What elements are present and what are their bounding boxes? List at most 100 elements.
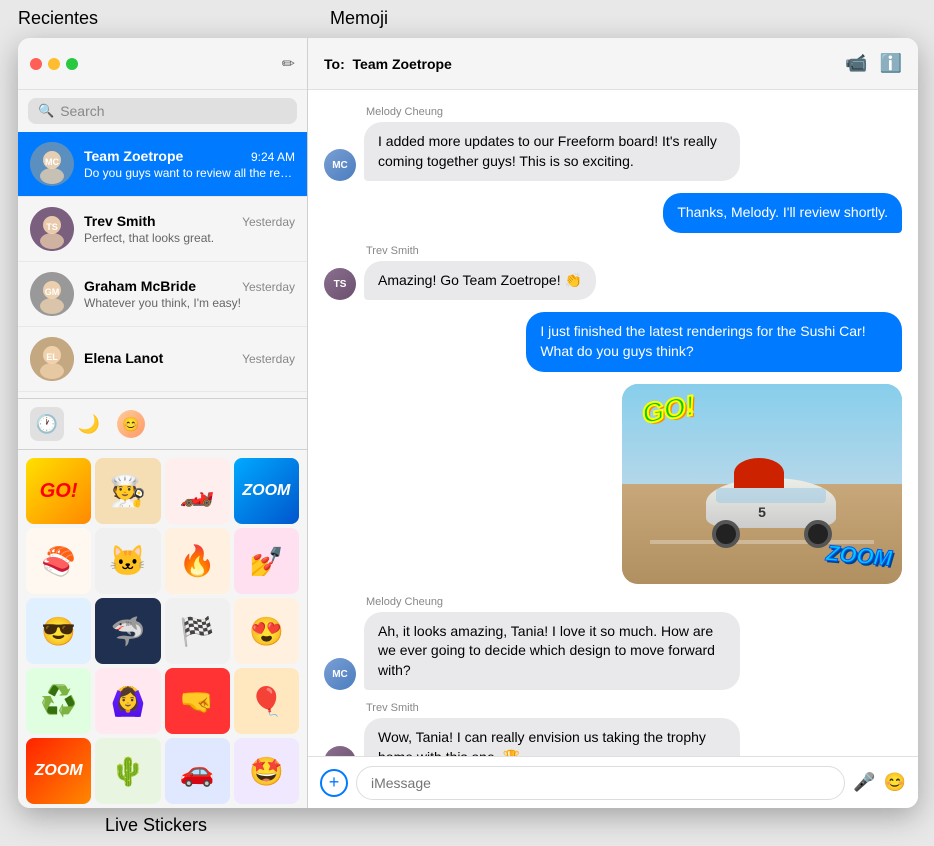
label-memoji: Memoji <box>330 8 388 29</box>
sticker-item[interactable]: 🏁 <box>165 598 230 664</box>
conversation-info: Elena Lanot Yesterday <box>84 350 295 368</box>
avatar: TS <box>324 268 356 300</box>
audio-icon[interactable]: 🎤 <box>853 772 875 793</box>
message-group: Trev Smith TS Amazing! Go Team Zoetrope!… <box>324 245 902 301</box>
left-panel: ✏ 🔍 Search MC Team Zoetrope9:24 AMDo you… <box>18 38 308 808</box>
traffic-lights <box>30 58 78 70</box>
sticker-item[interactable]: ♻️ <box>26 668 91 734</box>
conversation-time: Yesterday <box>242 215 295 229</box>
sender-name: Trev Smith <box>366 702 902 714</box>
conversation-info: Trev SmithYesterdayPerfect, that looks g… <box>84 213 295 245</box>
avatar: GM <box>30 272 74 316</box>
message-group-image: 5 GO! ZOOM <box>324 384 902 584</box>
avatar: EL <box>30 337 74 381</box>
message-group: Thanks, Melody. I'll review shortly. <box>324 193 902 233</box>
info-icon[interactable]: ℹ️ <box>880 53 902 74</box>
message-bubble: I added more updates to our Freeform boa… <box>364 122 740 181</box>
message-input[interactable] <box>356 766 845 800</box>
close-button[interactable] <box>30 58 42 70</box>
message-bubble: Ah, it looks amazing, Tania! I love it s… <box>364 612 740 691</box>
conversation-time: Yesterday <box>242 352 295 366</box>
message-group: Trev Smith TS Wow, Tania! I can really e… <box>324 702 902 756</box>
sticker-item[interactable]: 💅 <box>234 528 299 594</box>
conversation-time: Yesterday <box>242 280 295 294</box>
avatar: MC <box>30 142 74 186</box>
conversation-name: Team Zoetrope <box>84 148 183 164</box>
emoji-icon[interactable]: 😊 <box>884 772 906 793</box>
compose-button[interactable]: ✏ <box>282 54 295 74</box>
message-row: 5 GO! ZOOM <box>324 384 902 584</box>
message-group: Melody Cheung MC I added more updates to… <box>324 106 902 181</box>
conversation-name: Elena Lanot <box>84 350 163 366</box>
avatar: MC <box>324 658 356 690</box>
sticker-item[interactable]: 😍 <box>234 598 299 664</box>
sticker-item[interactable]: 🍣 <box>26 528 91 594</box>
sticker-tab-moon[interactable]: 🌙 <box>72 407 106 441</box>
conversation-item[interactable]: EL Elena Lanot Yesterday <box>18 327 307 392</box>
chat-header-label: To: <box>324 56 345 72</box>
sticker-item[interactable]: 🤜 <box>165 668 230 734</box>
app-window: ✏ 🔍 Search MC Team Zoetrope9:24 AMDo you… <box>18 38 918 808</box>
sticker-tab-memoji[interactable]: 😊 <box>114 407 148 441</box>
sushi-car-image: 5 GO! ZOOM <box>622 384 902 584</box>
titlebar: ✏ <box>18 38 307 90</box>
video-call-icon[interactable]: 📹 <box>845 53 867 74</box>
search-placeholder: Search <box>60 103 104 119</box>
message-row: TS Wow, Tania! I can really envision us … <box>324 718 902 756</box>
conversation-info: Graham McBride Yesterday Whatever you thin… <box>84 278 295 310</box>
svg-text:EL: EL <box>46 352 58 362</box>
sticker-item[interactable]: 🎈 <box>234 668 299 734</box>
input-icons: 🎤 😊 <box>853 772 906 793</box>
conversation-item[interactable]: MC Team Zoetrope9:24 AMDo you guys want … <box>18 132 307 197</box>
sticker-item[interactable]: ZOOM <box>26 738 91 804</box>
sticker-tab-recent[interactable]: 🕐 <box>30 407 64 441</box>
minimize-button[interactable] <box>48 58 60 70</box>
maximize-button[interactable] <box>66 58 78 70</box>
chat-actions: 📹 ℹ️ <box>845 53 902 74</box>
sticker-grid: GO!🧑‍🍳🏎️ZOOM🍣🐱🔥💅😎🦈🏁😍♻️🙆‍♀️🤜🎈ZOOM🌵🚗🤩 <box>18 450 307 808</box>
message-row: MC Ah, it looks amazing, Tania! I love i… <box>324 612 902 691</box>
sender-name: Melody Cheung <box>366 106 902 118</box>
message-row: MC I added more updates to our Freeform … <box>324 122 902 181</box>
sticker-item[interactable]: 🤩 <box>234 738 299 804</box>
conversation-list: MC Team Zoetrope9:24 AMDo you guys want … <box>18 132 307 398</box>
sticker-item[interactable]: 🚗 <box>165 738 230 804</box>
sticker-item[interactable]: 🔥 <box>165 528 230 594</box>
message-group: Melody Cheung MC Ah, it looks amazing, T… <box>324 596 902 691</box>
sticker-item[interactable]: 🌵 <box>95 738 160 804</box>
sticker-item[interactable]: GO! <box>26 458 91 524</box>
conversation-name: Graham McBride <box>84 278 196 294</box>
input-bar: + 🎤 😊 <box>308 756 918 808</box>
avatar: TS <box>30 207 74 251</box>
conversation-item[interactable]: GM Graham McBride Yesterday Whatever you t… <box>18 262 307 327</box>
svg-text:TS: TS <box>46 222 58 232</box>
add-button[interactable]: + <box>320 769 348 797</box>
sticker-item[interactable]: ZOOM <box>234 458 299 524</box>
sticker-item[interactable]: 🙆‍♀️ <box>95 668 160 734</box>
right-panel: To: Team Zoetrope 📹 ℹ️ Melody Cheung MC … <box>308 38 918 808</box>
conversation-name: Trev Smith <box>84 213 156 229</box>
sticker-item[interactable]: 🦈 <box>95 598 160 664</box>
search-icon: 🔍 <box>38 103 54 119</box>
sticker-item[interactable]: 🧑‍🍳 <box>95 458 160 524</box>
conversation-preview: Whatever you think, I'm easy! <box>84 296 295 310</box>
message-bubble: Wow, Tania! I can really envision us tak… <box>364 718 740 756</box>
conversation-time: 9:24 AM <box>251 150 295 164</box>
sender-name: Melody Cheung <box>366 596 902 608</box>
chat-title: To: Team Zoetrope <box>324 56 837 72</box>
sticker-item[interactable]: 🐱 <box>95 528 160 594</box>
chat-recipient: Team Zoetrope <box>353 56 452 72</box>
message-bubble: Amazing! Go Team Zoetrope! 👏 <box>364 261 596 301</box>
label-recientes: Recientes <box>18 8 98 29</box>
avatar: MC <box>324 149 356 181</box>
svg-text:MC: MC <box>45 157 59 167</box>
sticker-tabs: 🕐 🌙 😊 <box>18 399 307 450</box>
conversation-item[interactable]: TS Trev SmithYesterdayPerfect, that look… <box>18 197 307 262</box>
sticker-item[interactable]: 🏎️ <box>165 458 230 524</box>
avatar: TS <box>324 746 356 756</box>
search-bar[interactable]: 🔍 Search <box>28 98 297 124</box>
message-bubble: Thanks, Melody. I'll review shortly. <box>663 193 902 233</box>
sticker-zoom: ZOOM <box>825 540 893 572</box>
label-livestickers: Live Stickers <box>105 815 207 836</box>
sticker-item[interactable]: 😎 <box>26 598 91 664</box>
